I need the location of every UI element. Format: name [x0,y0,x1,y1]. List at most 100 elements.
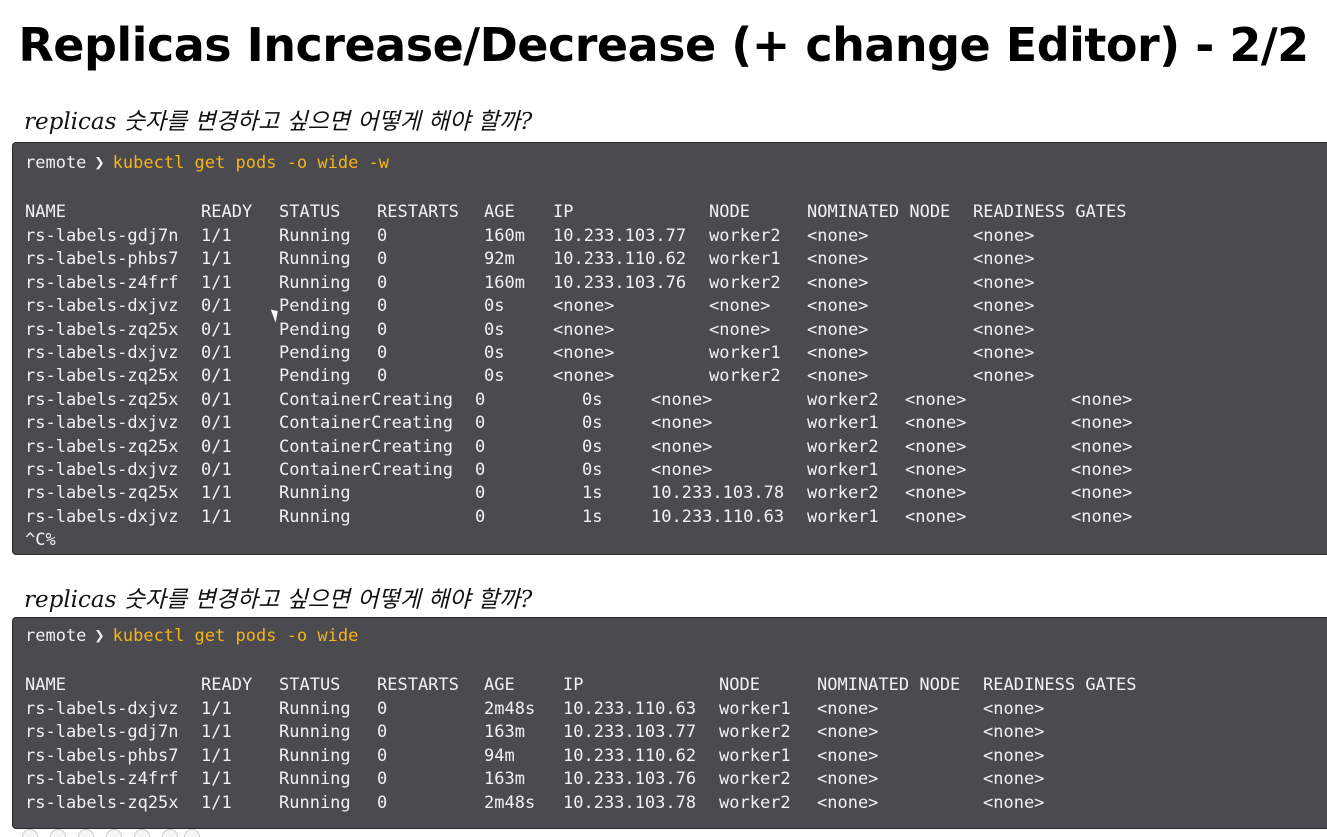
ip-cell: 10.233.110.62 [553,249,687,270]
age-cell: 2m48s [484,792,536,813]
col-ready: READY [201,202,253,222]
status-cell: Running [279,226,351,246]
ip-cell: <none> [553,296,615,317]
pod-name: rs-labels-zq25x [25,319,179,340]
age-cell: 94m [484,745,515,766]
readiness-gates-cell: <none> [1071,460,1133,480]
nominated-node-cell: <none> [905,389,967,410]
node-cell: worker2 [719,722,791,743]
col-ready: READY [201,675,253,695]
col-status: STATUS [279,675,341,695]
toolbar-circle-icon[interactable] [106,829,122,837]
readiness-gates-cell: <none> [1071,436,1133,457]
restarts-cell: 0 [377,745,388,766]
restarts-cell: 0 [377,226,388,246]
status-cell: Pending [279,343,351,363]
status-cell: Running [279,249,351,270]
node-cell: worker2 [709,366,781,387]
restarts-cell: 0 [377,296,388,317]
pod-name: rs-labels-phbs7 [25,249,179,270]
restarts-cell: 0 [377,699,388,719]
ip-cell: <none> [553,366,615,387]
col-ip: IP [553,202,574,222]
pod-name: rs-labels-dxjvz [25,506,179,527]
ip-cell: <none> [651,460,713,480]
status-cell: Pending [279,366,351,387]
restarts-cell: 0 [377,319,388,340]
age-cell: 2m48s [484,699,536,719]
pod-name: rs-labels-gdj7n [25,226,179,246]
toolbar-circle-icon[interactable] [162,829,178,837]
toolbar-circle-icon[interactable] [184,829,200,837]
readiness-gates-cell: <none> [973,343,1035,363]
node-cell: worker2 [807,389,879,410]
nominated-node-cell: <none> [905,436,967,457]
col-restarts: RESTARTS [377,675,459,695]
ready-cell: 1/1 [201,226,232,246]
pod-name: rs-labels-zq25x [25,389,179,410]
col-nominated-node: NOMINATED NODE [807,202,951,222]
pod-name: rs-labels-dxjvz [25,460,179,480]
col-node: NODE [719,675,760,695]
nominated-node-cell: <none> [807,319,869,340]
nominated-node-cell: <none> [905,483,967,504]
ready-cell: 0/1 [201,460,232,480]
nominated-node-cell: <none> [905,460,967,480]
restarts-cell: 0 [377,769,388,790]
node-cell: worker1 [807,506,879,527]
node-cell: worker1 [807,413,879,434]
ready-cell: 0/1 [201,343,232,363]
readiness-gates-cell: <none> [983,745,1045,766]
nominated-node-cell: <none> [807,343,869,363]
toolbar-circle-icon[interactable] [134,829,150,837]
nominated-node-cell: <none> [817,745,879,766]
ready-cell: 0/1 [201,413,232,434]
col-age: AGE [484,675,515,695]
node-cell: worker1 [709,343,781,363]
ip-cell: 10.233.103.78 [651,483,785,504]
ready-cell: 1/1 [201,699,232,719]
nominated-node-cell: <none> [817,699,879,719]
toolbar-circle-icon[interactable] [50,829,66,837]
pod-name: rs-labels-gdj7n [25,722,179,743]
age-cell: 160m [484,272,525,293]
restarts-cell: 0 [377,722,388,743]
readiness-gates-cell: <none> [973,226,1035,246]
prompt-line: remote ❯ kubectl get pods -o wide -w [25,152,389,175]
col-node: NODE [709,202,750,222]
pod-name: rs-labels-dxjvz [25,343,179,363]
col-nominated-node: NOMINATED NODE [817,675,961,695]
restarts-cell: 0 [377,249,388,270]
status-cell: Running [279,769,351,790]
nominated-node-cell: <none> [817,722,879,743]
restarts-cell: 0 [475,389,486,410]
age-cell: 160m [484,226,525,246]
status-cell: Running [279,792,351,813]
age-cell: 0s [484,296,505,317]
toolbar-circle-icon[interactable] [78,829,94,837]
col-readiness-gates: READINESS GATES [983,675,1137,695]
toolbar-circle-icon[interactable] [22,829,38,837]
ip-cell: <none> [651,436,713,457]
ip-cell: 10.233.103.76 [553,272,687,293]
age-cell: 0s [582,460,603,480]
command-text[interactable]: kubectl get pods -o wide [113,626,359,646]
node-cell: worker2 [807,436,879,457]
age-cell: 0s [484,366,505,387]
pod-name: rs-labels-zq25x [25,483,179,504]
pod-name: rs-labels-zq25x [25,792,179,813]
status-cell: Running [279,483,351,504]
pod-name: rs-labels-zq25x [25,436,179,457]
col-status: STATUS [279,202,341,222]
age-cell: 0s [582,389,603,410]
restarts-cell: 0 [475,436,486,457]
age-cell: 1s [582,506,603,527]
ready-cell: 1/1 [201,272,232,293]
restarts-cell: 0 [475,460,486,480]
node-cell: worker2 [719,792,791,813]
nominated-node-cell: <none> [807,226,869,246]
nominated-node-cell: <none> [807,272,869,293]
command-text[interactable]: kubectl get pods -o wide -w [113,153,389,173]
ip-cell: 10.233.103.78 [563,792,697,813]
node-cell: <none> [709,319,771,340]
